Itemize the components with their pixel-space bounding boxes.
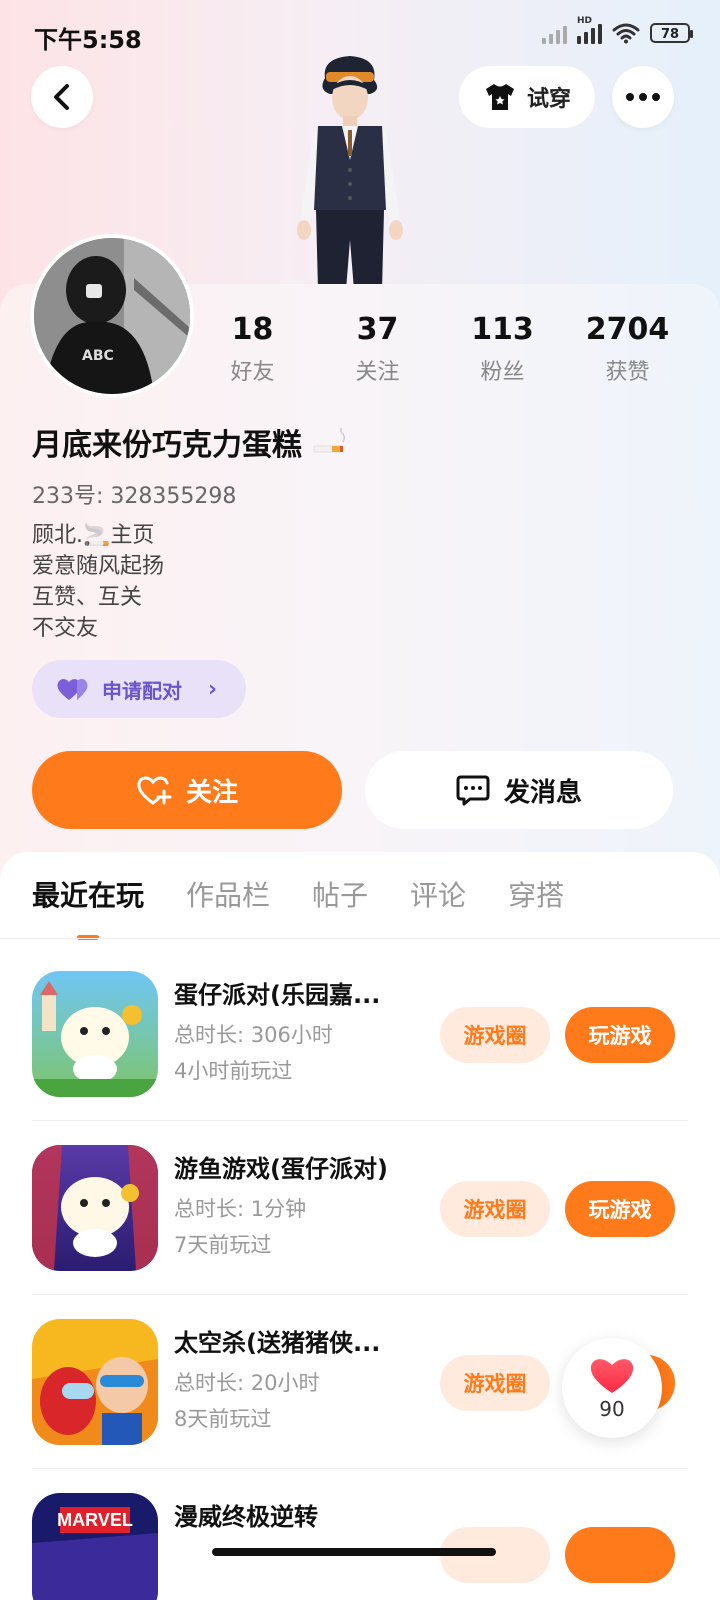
game-row[interactable]: MARVEL 漫威终极逆转 xyxy=(0,1469,720,1600)
game-duration: 总时长: 20小时 xyxy=(174,1371,320,1395)
game-circle-button[interactable]: 游戏圈 xyxy=(440,1355,550,1411)
game-row[interactable]: 蛋仔派对(乐园嘉... 总时长: 306小时 4小时前玩过 游戏圈 玩游戏 xyxy=(0,947,720,1121)
profile-nickname: 月底来份巧克力蛋糕 xyxy=(32,420,348,464)
game-title: 太空杀(送猪猪侠... xyxy=(174,1329,381,1357)
game-icon[interactable]: MARVEL xyxy=(32,1493,158,1600)
try-on-label: 试穿 xyxy=(526,87,571,112)
profile-uid: 233号: 328355298 xyxy=(32,484,237,509)
double-heart-icon xyxy=(57,678,88,700)
more-dots-icon xyxy=(626,93,660,101)
stat-value: 18 xyxy=(231,312,274,347)
tab-outfits[interactable]: 穿搭 xyxy=(508,870,564,930)
game-circle-button[interactable]: 游戏圈 xyxy=(440,1007,550,1063)
back-button[interactable] xyxy=(31,66,93,128)
request-pair-button[interactable]: 申请配对 › xyxy=(32,660,246,718)
tab-posts[interactable]: 帖子 xyxy=(312,870,368,930)
game-duration: 总时长: 306小时 xyxy=(174,1023,333,1047)
like-count: 90 xyxy=(599,1397,625,1421)
battery-icon: 78 xyxy=(650,23,693,43)
signal-icon-sim2 xyxy=(542,22,567,44)
wifi-icon xyxy=(612,23,640,44)
signal-icon-sim1: HD xyxy=(577,16,602,44)
content-panel: 最近在玩 作品栏 帖子 评论 穿搭 蛋仔派对(乐园嘉... 总时长: 306小时… xyxy=(0,852,720,1600)
heart-plus-icon xyxy=(137,776,172,805)
profile-stats: 18 好友 37 关注 113 粉丝 2704 获赞 xyxy=(190,310,690,386)
bio-line: 不交友 xyxy=(32,616,99,641)
avatar-photo: ABC xyxy=(34,238,190,394)
game-row[interactable]: 游鱼游戏(蛋仔派对) 总时长: 1分钟 7天前玩过 游戏圈 玩游戏 xyxy=(0,1121,720,1295)
stat-label: 好友 xyxy=(230,360,275,385)
bio-line: 顾北.🚬主页 xyxy=(32,523,155,548)
user-avatar[interactable]: ABC xyxy=(30,234,194,398)
pair-label: 申请配对 xyxy=(102,678,182,703)
game-last-played: 8天前玩过 xyxy=(174,1407,272,1431)
stat-value: 37 xyxy=(356,312,399,347)
chevron-left-icon xyxy=(54,84,69,110)
stat-friends[interactable]: 18 好友 xyxy=(190,310,315,386)
follow-button[interactable]: 关注 xyxy=(32,751,342,829)
game-icon-art xyxy=(32,971,158,1097)
game-title: 蛋仔派对(乐园嘉... xyxy=(174,981,381,1009)
play-game-button[interactable] xyxy=(565,1527,675,1583)
cigarette-emoji-icon xyxy=(313,428,346,453)
game-circle-button[interactable]: 游戏圈 xyxy=(440,1181,550,1237)
send-message-button[interactable]: 发消息 xyxy=(365,751,673,829)
tab-recently-played[interactable]: 最近在玩 xyxy=(32,870,144,940)
game-icon-art xyxy=(32,1145,158,1271)
stat-label: 获赞 xyxy=(605,360,650,385)
follow-label: 关注 xyxy=(185,777,238,808)
game-icon-art: MARVEL xyxy=(32,1493,158,1600)
stat-likes[interactable]: 2704 获赞 xyxy=(565,310,690,386)
stat-value: 113 xyxy=(471,312,534,347)
stat-following[interactable]: 37 关注 xyxy=(315,310,440,386)
game-last-played: 7天前玩过 xyxy=(174,1233,272,1257)
tab-comments[interactable]: 评论 xyxy=(410,870,466,930)
bio-line: 互赞、互关 xyxy=(32,585,143,610)
game-icon[interactable] xyxy=(32,1319,158,1445)
marvel-logo-text: MARVEL xyxy=(57,1510,133,1530)
game-icon[interactable] xyxy=(32,1145,158,1271)
bio-line: 爱意随风起扬 xyxy=(32,554,165,579)
hd-label: HD xyxy=(577,16,593,26)
play-game-button[interactable]: 玩游戏 xyxy=(565,1181,675,1237)
home-indicator[interactable] xyxy=(212,1548,496,1556)
stat-fans[interactable]: 113 粉丝 xyxy=(440,310,565,386)
stat-label: 粉丝 xyxy=(480,360,525,385)
stat-label: 关注 xyxy=(355,360,400,385)
chevron-right-icon: › xyxy=(208,676,218,702)
nickname-text: 月底来份巧克力蛋糕 xyxy=(32,428,302,463)
tab-divider xyxy=(0,938,720,939)
profile-bio: 顾北.🚬主页 爱意随风起扬 互赞、互关 不交友 xyxy=(32,520,164,644)
game-duration: 总时长: 1分钟 xyxy=(174,1197,307,1221)
profile-tabs: 最近在玩 作品栏 帖子 评论 穿搭 xyxy=(32,870,564,940)
heart-icon xyxy=(590,1359,634,1393)
avatar-character-figure xyxy=(297,56,403,290)
tab-works[interactable]: 作品栏 xyxy=(186,870,270,930)
status-time: 下午5:58 xyxy=(34,26,142,54)
game-last-played: 4小时前玩过 xyxy=(174,1059,293,1083)
game-title: 漫威终极逆转 xyxy=(174,1503,318,1531)
floating-like-button[interactable]: 90 xyxy=(562,1338,662,1438)
chat-bubble-icon xyxy=(456,775,490,806)
game-icon[interactable] xyxy=(32,971,158,1097)
more-options-button[interactable] xyxy=(612,66,674,128)
game-icon-art xyxy=(32,1319,158,1445)
stat-value: 2704 xyxy=(585,312,670,347)
svg-text:ABC: ABC xyxy=(82,348,114,364)
play-game-button[interactable]: 玩游戏 xyxy=(565,1007,675,1063)
message-label: 发消息 xyxy=(503,777,582,808)
battery-level: 78 xyxy=(660,27,680,42)
game-title: 游鱼游戏(蛋仔派对) xyxy=(174,1155,388,1183)
try-on-button[interactable]: 试穿 xyxy=(459,66,595,128)
shirt-icon xyxy=(485,84,514,110)
